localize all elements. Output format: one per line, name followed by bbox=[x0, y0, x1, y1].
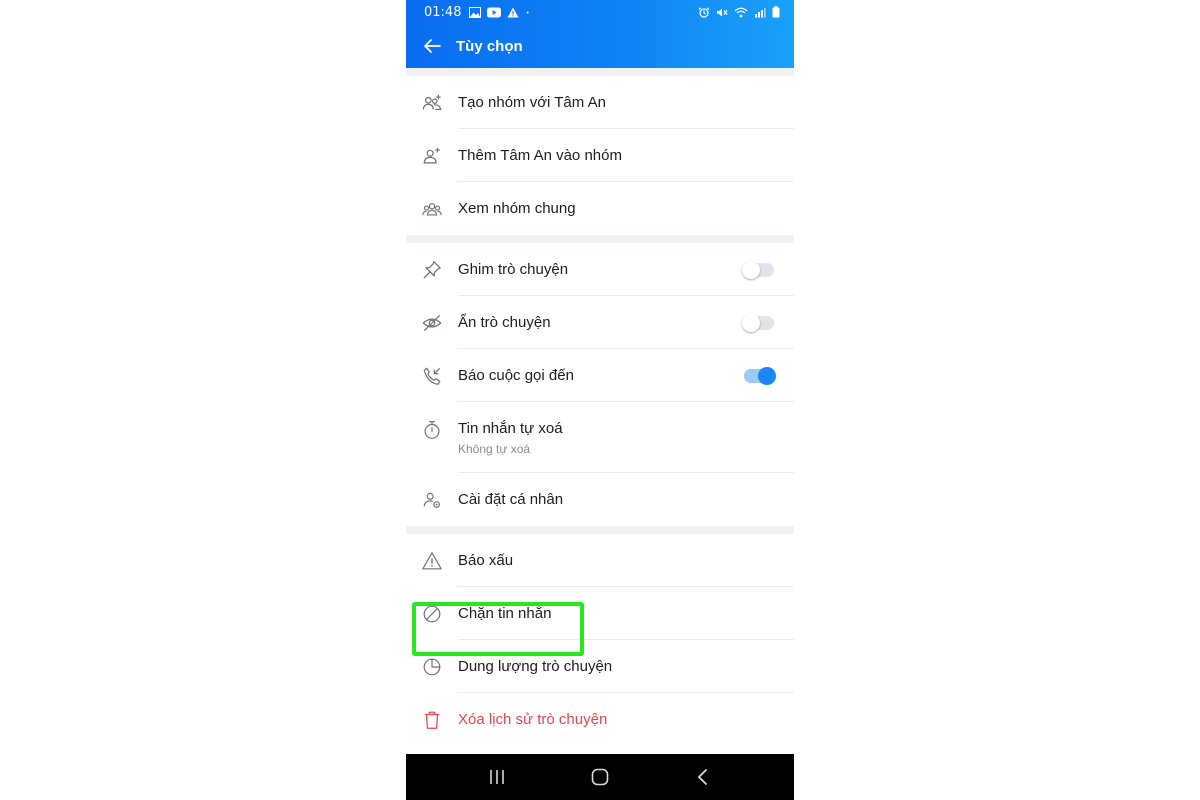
group-icon bbox=[422, 202, 442, 216]
group-add-icon bbox=[422, 94, 442, 110]
self-destruct-label: Tin nhắn tự xoá bbox=[458, 419, 563, 437]
wifi-icon bbox=[734, 7, 748, 17]
warning-icon bbox=[507, 7, 519, 17]
alarm-icon bbox=[698, 6, 710, 18]
mute-icon bbox=[717, 8, 728, 16]
incoming-call-alert-label: Báo cuộc gọi đến bbox=[458, 367, 574, 384]
warning-triangle-icon bbox=[422, 551, 442, 569]
status-time: 01:48 bbox=[424, 4, 462, 20]
create-group-label: Tạo nhóm với Tâm An bbox=[458, 94, 606, 111]
person-add-icon bbox=[423, 147, 440, 163]
self-destruct-value: Không tự xoá bbox=[458, 441, 531, 456]
recent-apps-icon bbox=[490, 770, 505, 784]
signal-icon bbox=[755, 7, 766, 17]
phone-screen: 01:48 Tùy chọn Tạo nhóm với Tâm An Thêm … bbox=[406, 0, 794, 800]
page-title: Tùy chọn bbox=[456, 37, 523, 55]
hide-chat-row[interactable]: Ẩn trò chuyện bbox=[406, 296, 794, 349]
back-nav-button[interactable] bbox=[678, 754, 728, 800]
status-bar: 01:48 bbox=[406, 0, 794, 24]
chat-storage-row[interactable]: Dung lượng trò chuyện bbox=[406, 640, 794, 693]
pin-chat-row[interactable]: Ghim trò chuyện bbox=[406, 243, 794, 296]
delete-history-label: Xóa lịch sử trò chuyện bbox=[458, 711, 608, 728]
person-settings-icon bbox=[423, 492, 440, 508]
section-gap bbox=[406, 526, 794, 534]
personal-settings-row[interactable]: Cài đặt cá nhân bbox=[406, 473, 794, 526]
personal-settings-label: Cài đặt cá nhân bbox=[458, 491, 564, 508]
pin-icon bbox=[423, 260, 441, 278]
block-messages-label: Chặn tin nhắn bbox=[458, 605, 552, 622]
add-to-group-label: Thêm Tâm An vào nhóm bbox=[458, 147, 622, 164]
arrow-left-icon bbox=[424, 39, 441, 53]
battery-icon bbox=[772, 6, 780, 18]
view-common-groups-label: Xem nhóm chung bbox=[458, 200, 576, 217]
self-destruct-row[interactable]: Tin nhắn tự xoá Không tự xoá bbox=[406, 402, 794, 473]
section-gap bbox=[406, 235, 794, 243]
back-button[interactable] bbox=[408, 24, 456, 68]
system-nav-bar bbox=[406, 754, 794, 800]
trash-icon bbox=[424, 711, 440, 729]
options-list: Tạo nhóm với Tâm An Thêm Tâm An vào nhóm… bbox=[406, 68, 794, 754]
delete-history-row[interactable]: Xóa lịch sử trò chuyện bbox=[406, 693, 794, 746]
block-icon bbox=[423, 605, 441, 622]
image-icon bbox=[469, 6, 482, 18]
home-button[interactable] bbox=[575, 754, 625, 800]
incoming-call-alert-row[interactable]: Báo cuộc gọi đến bbox=[406, 349, 794, 402]
block-messages-row[interactable]: Chặn tin nhắn bbox=[406, 587, 794, 640]
eye-off-icon bbox=[422, 314, 442, 331]
youtube-icon bbox=[487, 7, 502, 17]
pie-chart-icon bbox=[423, 658, 441, 675]
timer-icon bbox=[424, 421, 440, 439]
hide-chat-toggle[interactable] bbox=[742, 313, 774, 332]
section-gap bbox=[406, 68, 794, 76]
home-icon bbox=[591, 768, 609, 786]
incoming-call-alert-toggle[interactable] bbox=[744, 366, 776, 385]
create-group-row[interactable]: Tạo nhóm với Tâm An bbox=[406, 76, 794, 129]
pin-chat-toggle[interactable] bbox=[742, 260, 774, 279]
report-row[interactable]: Báo xấu bbox=[406, 534, 794, 587]
add-to-group-row[interactable]: Thêm Tâm An vào nhóm bbox=[406, 129, 794, 182]
view-common-groups-row[interactable]: Xem nhóm chung bbox=[406, 182, 794, 235]
incoming-call-icon bbox=[423, 367, 441, 385]
recent-apps-button[interactable] bbox=[472, 754, 522, 800]
chat-storage-label: Dung lượng trò chuyện bbox=[458, 658, 613, 675]
pin-chat-label: Ghim trò chuyện bbox=[458, 261, 569, 278]
app-header: Tùy chọn bbox=[406, 24, 794, 68]
back-icon bbox=[697, 769, 707, 785]
report-label: Báo xấu bbox=[458, 552, 514, 569]
hide-chat-label: Ẩn trò chuyện bbox=[458, 314, 551, 331]
dot-icon bbox=[527, 11, 530, 13]
